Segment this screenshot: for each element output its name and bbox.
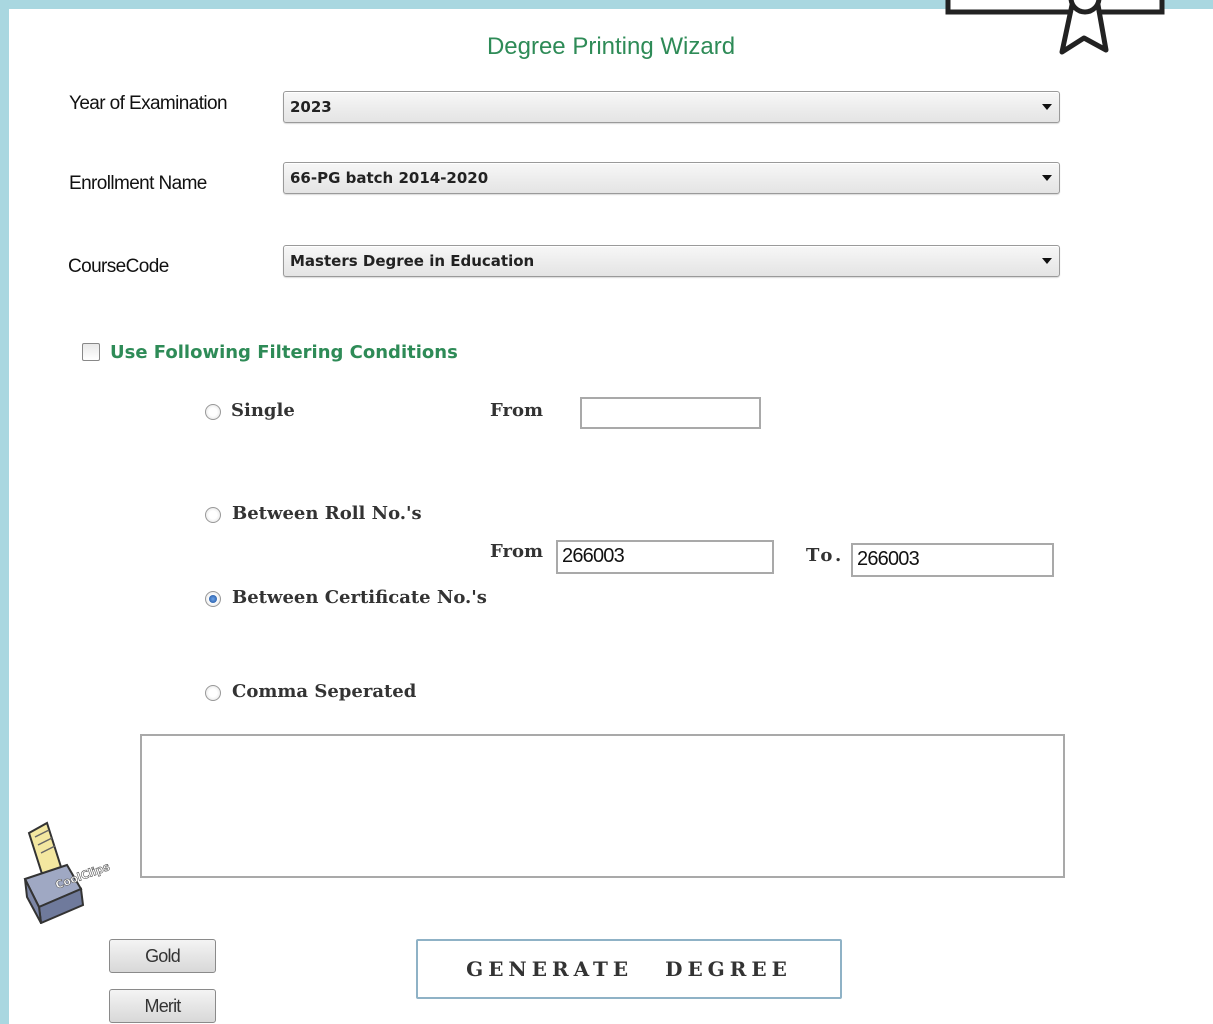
merit-button[interactable]: Merit <box>109 989 216 1023</box>
chevron-down-icon <box>1042 175 1052 181</box>
enrollment-select[interactable]: 66-PG batch 2014-2020 <box>283 162 1060 194</box>
radio-roll-label[interactable]: Between Roll No.'s <box>232 503 422 524</box>
filter-checkbox-label[interactable]: Use Following Filtering Conditions <box>110 342 458 363</box>
svg-text:CoolClips: CoolClips <box>54 860 111 892</box>
gold-button[interactable]: Gold <box>109 939 216 973</box>
range-from-label: From <box>490 541 543 562</box>
course-select[interactable]: Masters Degree in Education <box>283 245 1060 277</box>
enrollment-value: 66-PG batch 2014-2020 <box>290 169 489 187</box>
range-from-input[interactable]: 266003 <box>556 540 774 574</box>
range-to-input[interactable]: 266003 <box>851 543 1054 577</box>
range-to-label: To. <box>806 545 845 566</box>
printer-clipart-icon: CoolClips <box>21 819 112 925</box>
wizard-panel: Degree Printing Wizard Year of Examinati… <box>9 9 1213 1024</box>
year-value: 2023 <box>290 98 332 116</box>
ribbon-certificate-icon <box>940 0 1166 58</box>
single-from-label: From <box>490 400 543 421</box>
year-select[interactable]: 2023 <box>283 91 1060 123</box>
year-label: Year of Examination <box>69 93 228 114</box>
comma-values-textarea[interactable] <box>140 734 1065 878</box>
radio-roll[interactable] <box>205 507 221 523</box>
radio-certificate-label[interactable]: Between Certificate No.'s <box>232 587 487 608</box>
radio-single-label[interactable]: Single <box>231 400 295 421</box>
single-from-input[interactable] <box>580 397 761 429</box>
radio-comma[interactable] <box>205 685 221 701</box>
generate-degree-button[interactable]: GENERATE DEGREE <box>416 939 842 999</box>
radio-certificate[interactable] <box>205 591 221 607</box>
radio-single[interactable] <box>205 404 221 420</box>
filter-checkbox[interactable] <box>82 343 100 361</box>
course-value: Masters Degree in Education <box>290 252 535 270</box>
radio-comma-label[interactable]: Comma Seperated <box>232 681 416 702</box>
enrollment-label: Enrollment Name <box>69 173 207 194</box>
chevron-down-icon <box>1042 258 1052 264</box>
course-label: CourseCode <box>68 256 169 277</box>
chevron-down-icon <box>1042 104 1052 110</box>
